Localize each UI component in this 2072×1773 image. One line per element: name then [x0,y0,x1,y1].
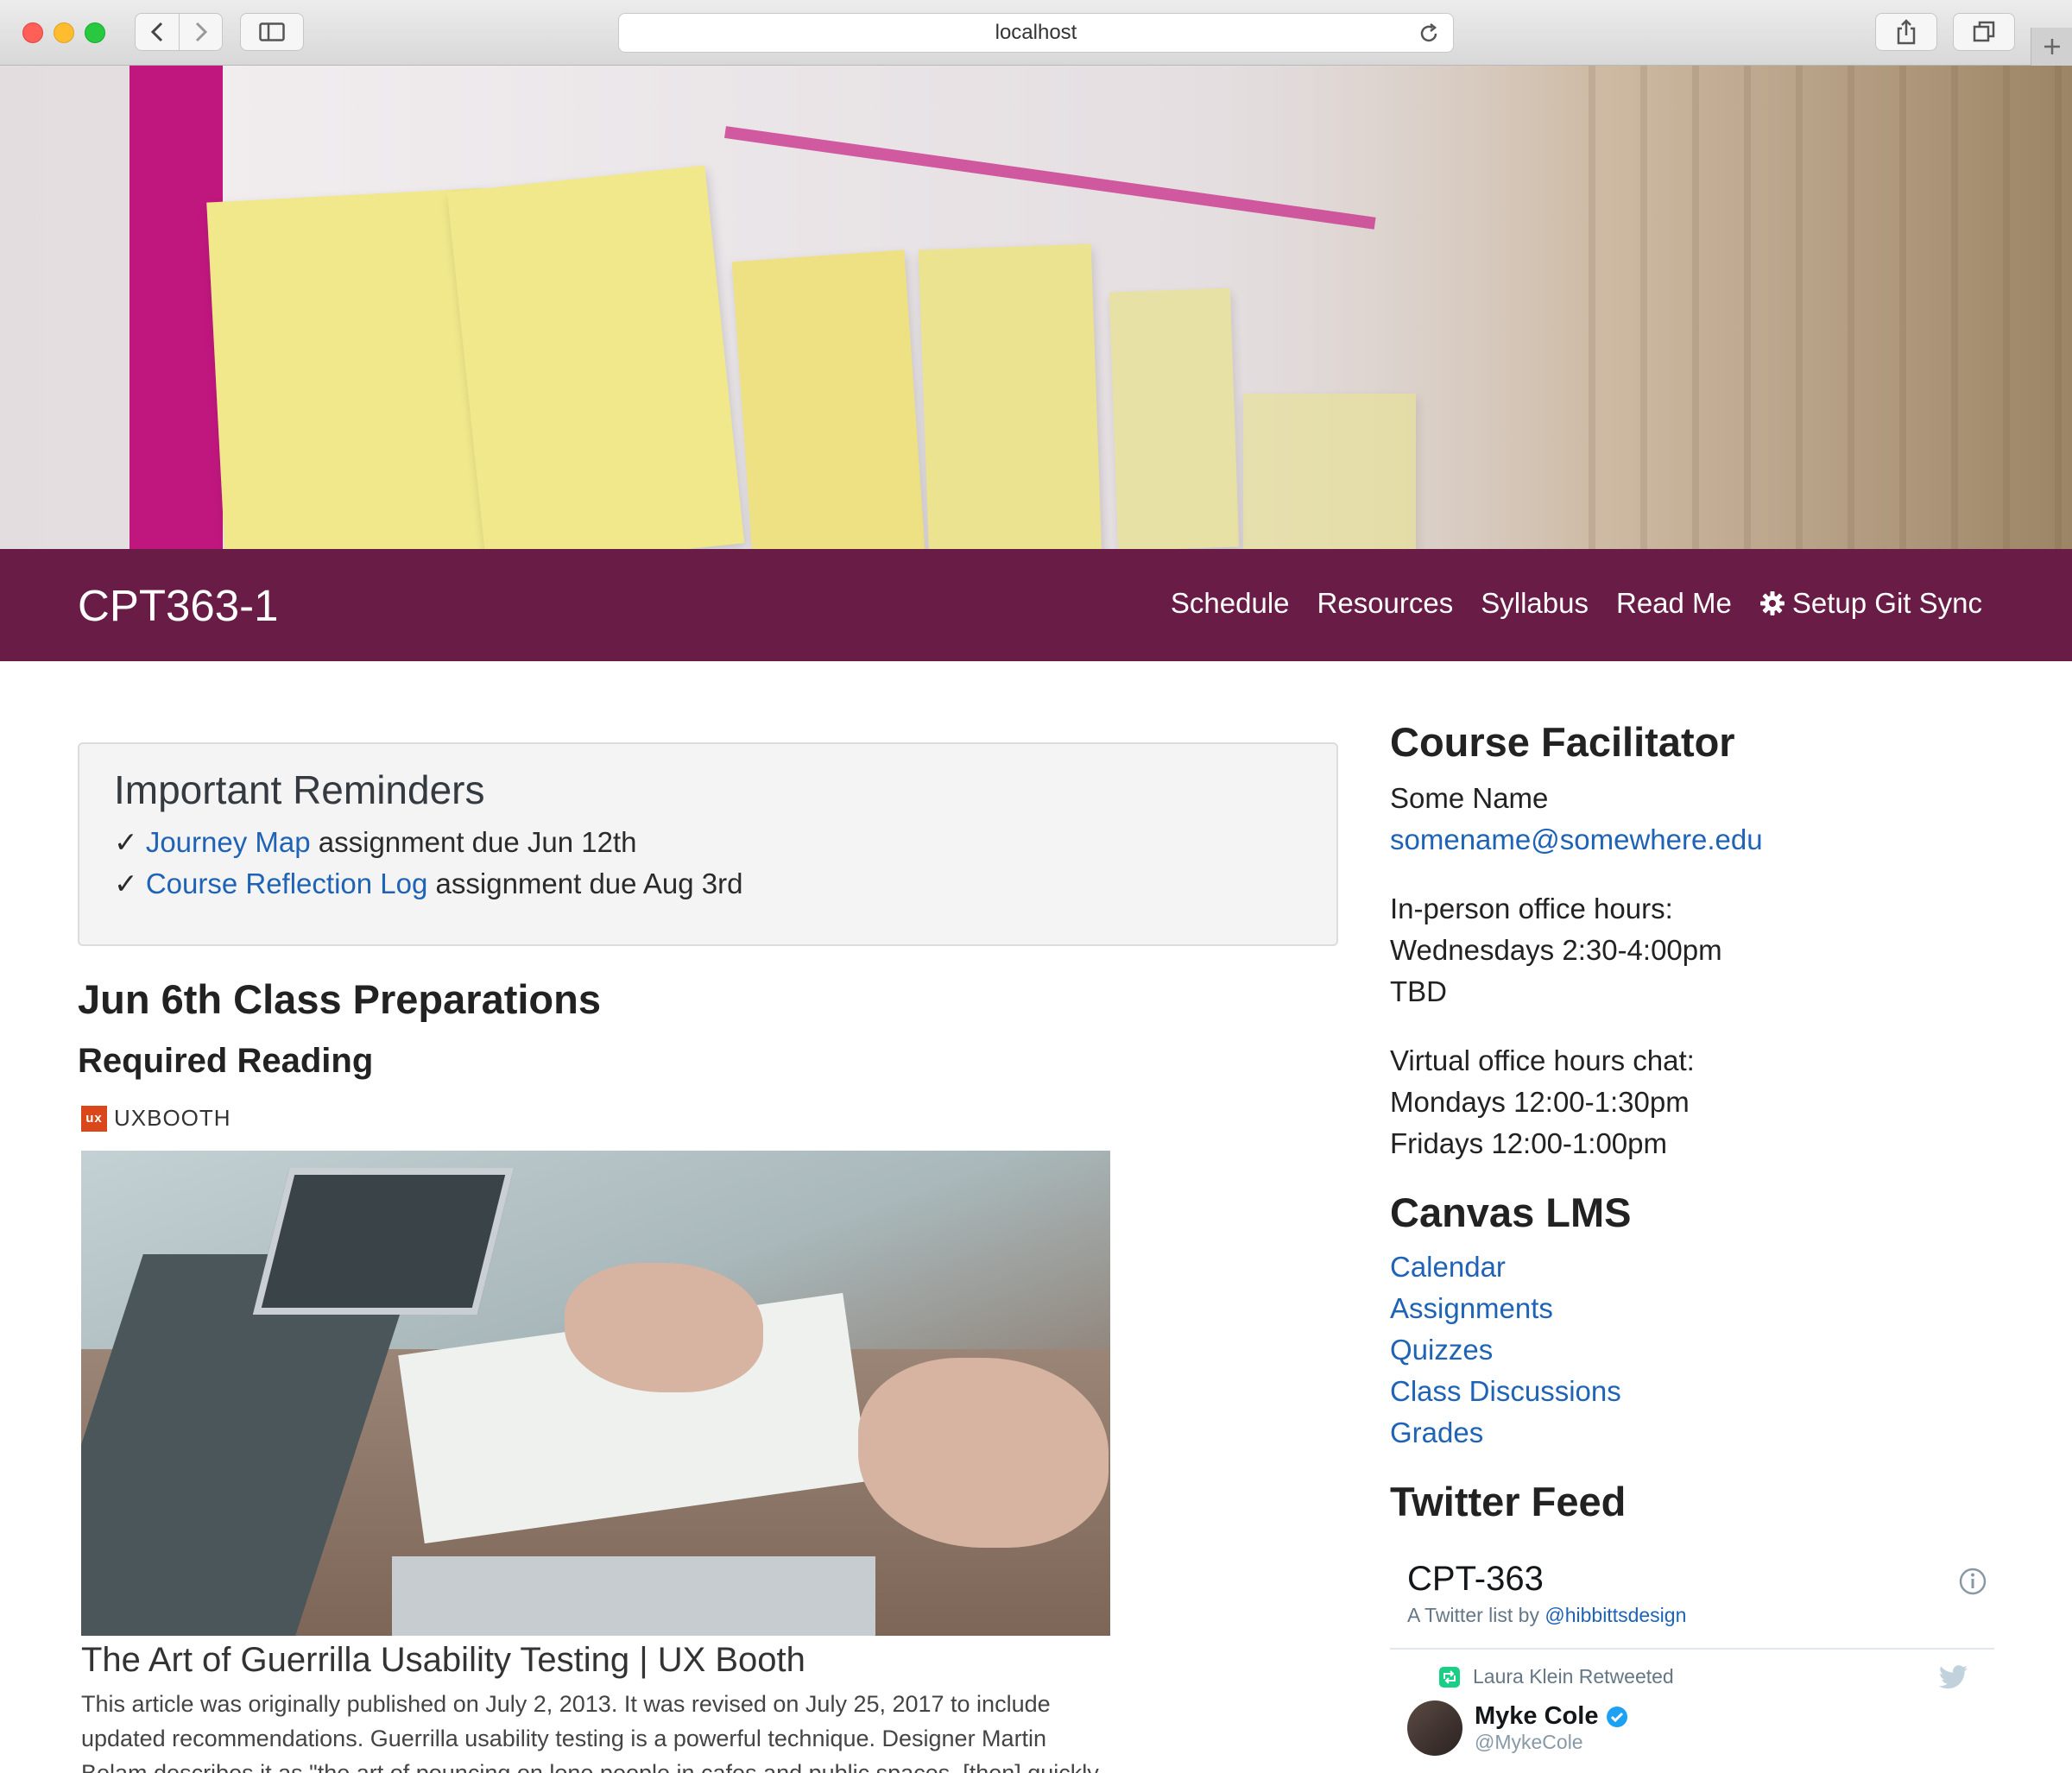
journey-map-link[interactable]: Journey Map [146,826,311,858]
image-hand [565,1263,763,1392]
required-reading-heading: Required Reading [78,1042,374,1080]
new-tab-button[interactable] [2031,28,2072,66]
virtual-hours-friday: Fridays 12:00-1:00pm [1390,1127,1667,1159]
article-source[interactable]: ux UXBOOTH [78,1105,1338,1132]
article-description: This article was originally published on… [81,1691,1099,1773]
sticky-note [1109,287,1240,549]
chevron-right-icon [195,22,207,42]
twitter-list-owner-link[interactable]: @hibbittsdesign [1545,1604,1686,1626]
nav-syllabus-label: Syllabus [1481,587,1589,619]
nav-resources[interactable]: Resources [1317,587,1454,620]
virtual-hours-label: Virtual office hours chat: [1390,1044,1695,1076]
course-reflection-log-link[interactable]: Course Reflection Log [146,868,428,899]
tabs-icon [1973,21,1995,42]
retweet-text: Laura Klein Retweeted [1473,1665,1674,1688]
check-icon: ✓ [114,868,138,899]
source-name: UXBOOTH [114,1105,231,1131]
nav-schedule[interactable]: Schedule [1171,587,1290,620]
site-navbar: CPT363-1 Schedule Resources Syllabus Rea… [0,549,2072,661]
share-button[interactable] [1875,13,1937,51]
canvas-grades-link[interactable]: Grades [1390,1417,1483,1448]
nav-read-me-label: Read Me [1615,587,1732,619]
reminders-title: Important Reminders [114,767,485,812]
canvas-quizzes-link[interactable]: Quizzes [1390,1334,1493,1366]
important-reminders-card: Important Reminders ✓ Journey Map assign… [78,742,1338,946]
twitter-feed-heading: Twitter Feed [1390,1479,1627,1524]
reminder-item: ✓ Course Reflection Log assignment due A… [114,863,1302,905]
history-nav [135,13,223,51]
nav-resources-label: Resources [1317,587,1454,619]
facilitator-name: Some Name [1390,782,1549,814]
forward-button[interactable] [179,14,222,50]
site-brand[interactable]: CPT363-1 [78,580,278,631]
sticky-note [918,243,1102,549]
address-bar[interactable]: localhost [618,13,1454,53]
tweet-author-handle: @MykeCole [1475,1731,1583,1753]
inperson-hours-place: TBD [1390,975,1447,1007]
sidebar-icon [259,22,285,41]
inperson-hours-time: Wednesdays 2:30-4:00pm [1390,934,1722,966]
twitter-bird-icon[interactable] [1939,1665,1968,1689]
verified-badge-icon [1607,1706,1628,1727]
article-title[interactable]: The Art of Guerrilla Usability Testing |… [81,1641,1338,1680]
close-window-button[interactable] [22,22,43,43]
reload-icon[interactable] [1417,22,1441,46]
canvas-assignments-link[interactable]: Assignments [1390,1292,1553,1324]
reminder-text: assignment due Aug 3rd [427,868,743,899]
hero-pink-strip [130,66,223,549]
class-preparations-heading: Jun 6th Class Preparations [78,976,601,1022]
share-icon [1897,19,1916,45]
uxbooth-logo-icon: ux [81,1105,107,1132]
twitter-list-name[interactable]: CPT-363 [1407,1560,1977,1599]
inperson-hours-label: In-person office hours: [1390,893,1673,924]
nav-links: Schedule Resources Syllabus Read Me Setu… [1171,587,1982,620]
image-hand [858,1358,1109,1548]
canvas-calendar-link[interactable]: Calendar [1390,1251,1506,1283]
nav-setup-git-sync-label: Setup Git Sync [1791,587,1982,619]
retweet-icon [1439,1666,1460,1688]
tweet-author-name: Myke Cole [1475,1702,1599,1730]
sidebar-toggle-button[interactable] [240,13,304,51]
facilitator-email-link[interactable]: somename@somewhere.edu [1390,823,1763,855]
image-keyboard [392,1556,875,1636]
plus-icon [2044,39,2060,54]
back-button[interactable] [136,14,179,50]
chevron-left-icon [150,22,163,42]
image-laptop [252,1168,515,1315]
sticky-note [731,249,926,549]
twitter-widget: CPT-363 A Twitter list by @hibbittsdesig… [1390,1537,1994,1756]
hero-background-blur [1589,66,2072,549]
gear-icon [1759,591,1785,615]
avatar[interactable] [1407,1700,1462,1756]
canvas-lms-heading: Canvas LMS [1390,1189,1632,1235]
zoom-window-button[interactable] [85,22,105,43]
sticky-note [1243,394,1416,549]
article-thumbnail-image[interactable] [81,1151,1110,1636]
sidebar: Course Facilitator Some Name somename@so… [1390,718,1994,1756]
reminder-item: ✓ Journey Map assignment due Jun 12th [114,822,1302,863]
reminder-text: assignment due Jun 12th [310,826,637,858]
nav-syllabus[interactable]: Syllabus [1481,587,1589,620]
tweet-author-name-row: Myke Cole [1475,1702,1629,1731]
hero-banner-image [0,66,2072,549]
main-content: Important Reminders ✓ Journey Map assign… [78,742,1338,1773]
virtual-hours-monday: Mondays 12:00-1:30pm [1390,1086,1690,1118]
twitter-list-owner-line: A Twitter list by @hibbittsdesign [1407,1604,1977,1627]
check-icon: ✓ [114,826,138,858]
nav-schedule-label: Schedule [1170,587,1290,619]
tweet-author[interactable]: Myke Cole @MykeCole [1390,1688,1994,1756]
info-icon[interactable] [1958,1567,1987,1596]
facilitator-heading: Course Facilitator [1390,719,1735,765]
canvas-class-discussions-link[interactable]: Class Discussions [1390,1375,1621,1407]
twitter-list-header: CPT-363 A Twitter list by @hibbittsdesig… [1390,1537,1994,1650]
browser-toolbar: localhost [0,0,2072,66]
twitter-list-by: A Twitter list by [1407,1604,1545,1626]
minimize-window-button[interactable] [54,22,74,43]
sticky-note [446,165,745,549]
nav-setup-git-sync[interactable]: Setup Git Sync [1759,587,1982,620]
tabs-overview-button[interactable] [1953,13,2015,51]
nav-read-me[interactable]: Read Me [1616,587,1732,620]
url-text: localhost [995,21,1077,44]
retweet-line: Laura Klein Retweeted [1390,1650,1994,1689]
